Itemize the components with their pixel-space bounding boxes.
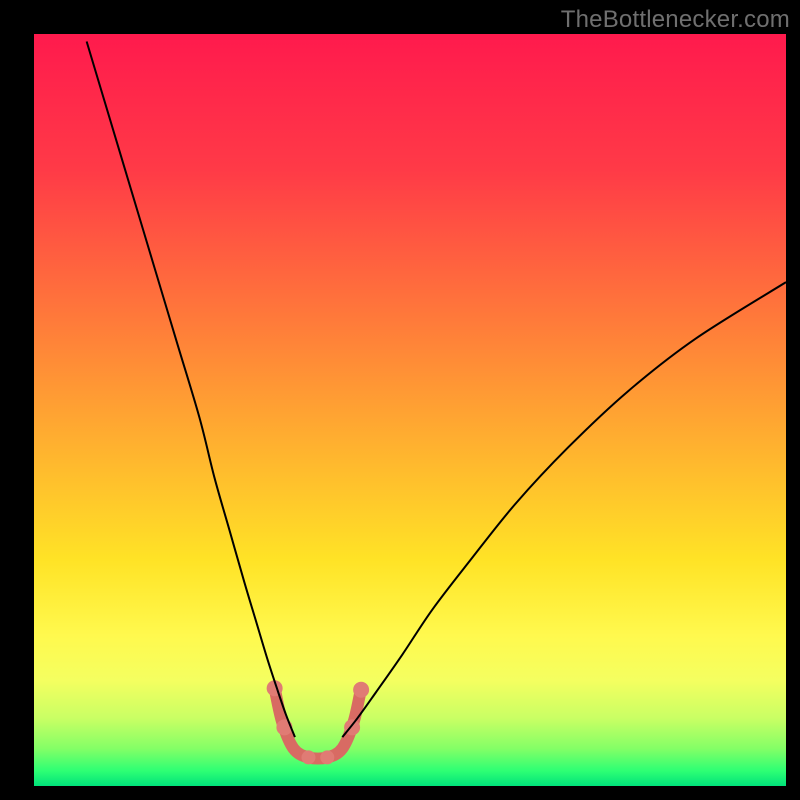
bottom-marker-right: [320, 750, 334, 764]
outer-frame: TheBottlenecker.com: [0, 0, 800, 800]
plot-area: [34, 34, 786, 786]
right-marker-upper: [353, 682, 369, 698]
gradient-background: [34, 34, 786, 786]
watermark-text: TheBottlenecker.com: [561, 6, 790, 34]
bottom-marker-left: [301, 750, 315, 764]
chart-svg: [34, 34, 786, 786]
